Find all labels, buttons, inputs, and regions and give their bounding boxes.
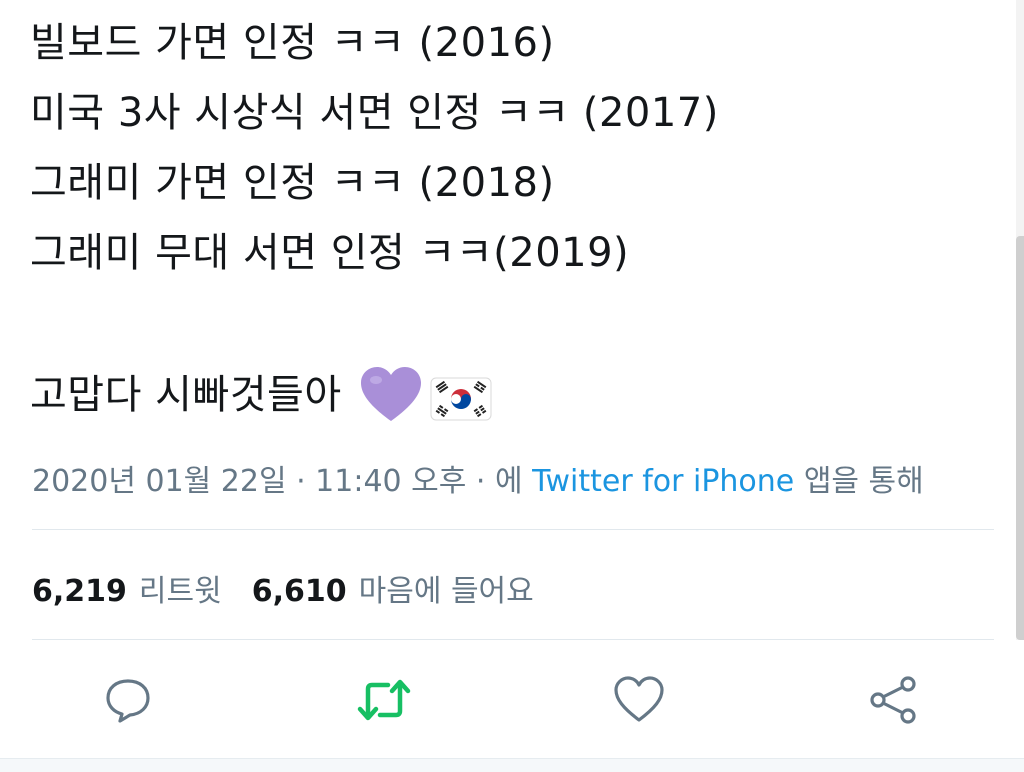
scrollbar-thumb[interactable]: [1016, 236, 1024, 640]
tweet-detail-page: 빌보드 가면 인정 ㅋㅋ (2016) 미국 3사 시상식 서면 인정 ㅋㅋ (…: [0, 0, 1024, 772]
next-tweet-edge: [0, 758, 1024, 772]
divider: [32, 529, 994, 530]
like-icon: [613, 675, 665, 729]
scrollbar-track[interactable]: [1016, 0, 1024, 640]
retweet-icon: [356, 675, 412, 729]
tweet-text: 빌보드 가면 인정 ㅋㅋ (2016) 미국 3사 시상식 서면 인정 ㅋㅋ (…: [30, 8, 990, 430]
south-korea-flag-icon: [430, 373, 492, 421]
reply-button[interactable]: [98, 672, 158, 732]
tweet-line: 그래미 무대 서면 인정 ㅋㅋ(2019): [30, 230, 630, 276]
tweet-timestamp-source: 2020년 01월 22일 · 11:40 오후 · 에 Twitter for…: [32, 456, 924, 500]
tweet-stats: 6,219 리트윗 6,610 마음에 들어요: [32, 566, 534, 610]
likes-stat[interactable]: 6,610 마음에 들어요: [252, 566, 534, 610]
tweet-closing-line: 고맙다 시빠것들아: [30, 360, 990, 430]
retweets-label: 리트윗: [138, 574, 222, 609]
divider: [32, 639, 994, 640]
tweet-datetime[interactable]: 2020년 01월 22일 · 11:40 오후 · 에: [32, 464, 523, 499]
likes-count: 6,610: [251, 574, 347, 609]
retweet-button[interactable]: [354, 672, 414, 732]
tweet-actions-bar: [0, 672, 1024, 732]
share-icon: [868, 674, 920, 730]
purple-heart-icon: [360, 366, 422, 424]
tweet-source-suffix: 앱을 통해: [803, 464, 924, 499]
like-button[interactable]: [609, 672, 669, 732]
retweets-count: 6,219: [32, 574, 127, 609]
tweet-line: 빌보드 가면 인정 ㅋㅋ (2016): [30, 20, 555, 66]
tweet-line: 그래미 가면 인정 ㅋㅋ (2018): [30, 160, 555, 206]
likes-label: 마음에 들어요: [358, 574, 534, 609]
retweets-stat[interactable]: 6,219 리트윗: [32, 566, 222, 610]
tweet-line: 미국 3사 시상식 서면 인정 ㅋㅋ (2017): [30, 90, 719, 136]
share-button[interactable]: [864, 672, 924, 732]
reply-icon: [103, 675, 153, 729]
tweet-source-link[interactable]: Twitter for iPhone: [532, 464, 794, 499]
closing-text: 고맙다 시빠것들아: [30, 372, 342, 418]
